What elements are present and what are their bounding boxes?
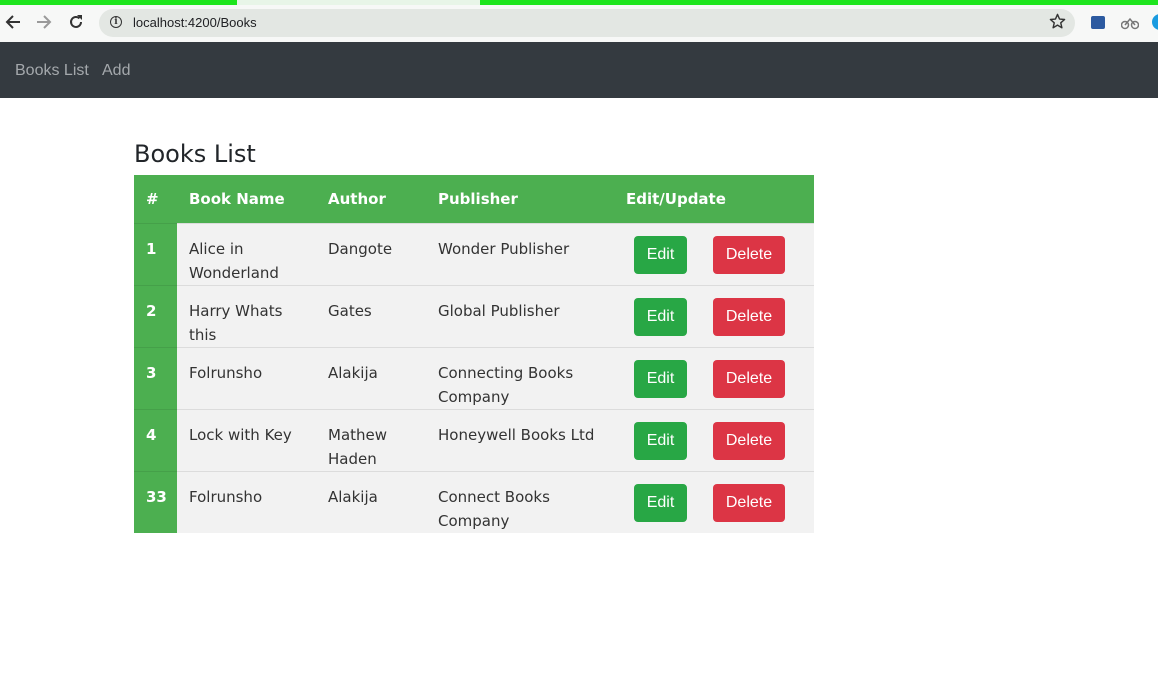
actions-cell: Edit Delete: [614, 409, 814, 472]
delete-button[interactable]: Delete: [713, 236, 785, 274]
book-name-cell: Harry Whats this: [177, 285, 316, 348]
author-cell: Dangote: [316, 223, 426, 286]
publisher-cell: Connect Books Company: [426, 471, 614, 533]
row-id: 1: [134, 223, 177, 286]
table-row: 3 Folrunsho Alakija Connecting Books Com…: [134, 347, 814, 410]
author-cell: Alakija: [316, 347, 426, 410]
actions-cell: Edit Delete: [614, 285, 814, 348]
column-header-index: #: [134, 175, 177, 224]
author-cell: Alakija: [316, 471, 426, 533]
table-header-row: # Book Name Author Publisher Edit/Update: [134, 175, 814, 224]
publisher-cell: Connecting Books Company: [426, 347, 614, 410]
forward-arrow-icon[interactable]: [35, 13, 53, 31]
author-cell: Mathew Haden: [316, 409, 426, 472]
table-row: 2 Harry Whats this Gates Global Publishe…: [134, 285, 814, 348]
column-header-publisher: Publisher: [426, 175, 614, 224]
book-name-cell: Lock with Key: [177, 409, 316, 472]
download-extension-icon[interactable]: [1091, 16, 1105, 29]
app-navbar: Books List Add: [0, 42, 1158, 98]
extension-icon[interactable]: [1120, 15, 1140, 34]
edit-button[interactable]: Edit: [634, 422, 687, 460]
row-id: 3: [134, 347, 177, 410]
book-name-cell: Folrunsho: [177, 347, 316, 410]
delete-button[interactable]: Delete: [713, 422, 785, 460]
author-cell: Gates: [316, 285, 426, 348]
column-header-edit-update: Edit/Update: [614, 175, 814, 224]
edit-button[interactable]: Edit: [634, 484, 687, 522]
actions-cell: Edit Delete: [614, 471, 814, 533]
delete-button[interactable]: Delete: [713, 360, 785, 398]
table-row: 33 Folrunsho Alakija Connect Books Compa…: [134, 471, 814, 533]
info-icon[interactable]: i: [110, 16, 122, 28]
publisher-cell: Wonder Publisher: [426, 223, 614, 286]
nav-link-add[interactable]: Add: [102, 61, 130, 80]
edit-button[interactable]: Edit: [634, 360, 687, 398]
publisher-cell: Honeywell Books Ltd: [426, 409, 614, 472]
column-header-author: Author: [316, 175, 426, 224]
page-title: Books List: [134, 140, 256, 168]
edit-button[interactable]: Edit: [634, 236, 687, 274]
book-name-cell: Folrunsho: [177, 471, 316, 533]
actions-cell: Edit Delete: [614, 347, 814, 410]
book-name-cell: Alice in Wonderland: [177, 223, 316, 286]
publisher-cell: Global Publisher: [426, 285, 614, 348]
url-text[interactable]: localhost:4200/Books: [133, 14, 257, 31]
nav-link-books-list[interactable]: Books List: [15, 61, 89, 80]
table-row: 4 Lock with Key Mathew Haden Honeywell B…: [134, 409, 814, 472]
row-id: 4: [134, 409, 177, 472]
books-table: # Book Name Author Publisher Edit/Update…: [134, 175, 814, 533]
column-header-book-name: Book Name: [177, 175, 316, 224]
delete-button[interactable]: Delete: [713, 484, 785, 522]
row-id: 33: [134, 471, 177, 533]
actions-cell: Edit Delete: [614, 223, 814, 286]
edit-button[interactable]: Edit: [634, 298, 687, 336]
table-row: 1 Alice in Wonderland Dangote Wonder Pub…: [134, 223, 814, 286]
bookmark-star-icon[interactable]: [1049, 13, 1066, 34]
delete-button[interactable]: Delete: [713, 298, 785, 336]
row-id: 2: [134, 285, 177, 348]
reload-icon[interactable]: [67, 13, 85, 31]
back-arrow-icon[interactable]: [4, 13, 22, 31]
